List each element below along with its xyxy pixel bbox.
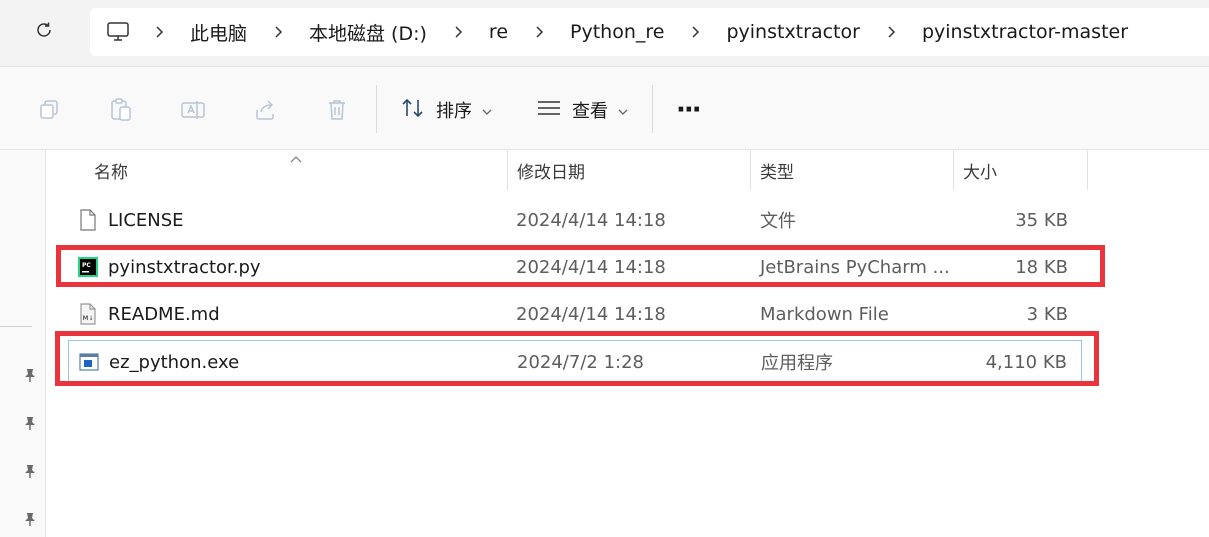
file-type: 应用程序	[761, 353, 833, 374]
file-modified: 2024/4/14 14:18	[516, 209, 666, 231]
refresh-icon	[34, 20, 54, 44]
delete-icon[interactable]	[322, 95, 352, 125]
rename-icon[interactable]	[178, 95, 208, 125]
sort-button[interactable]: 排序	[400, 93, 492, 127]
file-row-ez-python[interactable]: ez_python.exe 2024/7/2 1:28 应用程序 4,110 K…	[68, 340, 1082, 382]
file-name: ez_python.exe	[109, 351, 240, 373]
file-name-cell: LICENSE	[78, 199, 184, 241]
file-modified: 2024/4/14 14:18	[516, 256, 666, 278]
breadcrumb-pyinstxtractor[interactable]: pyinstxtractor	[720, 21, 865, 43]
nav-divider	[0, 326, 32, 327]
file-size: 4,110 KB	[985, 351, 1067, 373]
chevron-right-icon	[144, 25, 174, 39]
file-name: LICENSE	[108, 209, 184, 231]
breadcrumb-this-pc[interactable]: 此电脑	[184, 19, 253, 46]
more-icon: ···	[676, 95, 702, 125]
pin-icon[interactable]	[20, 365, 40, 385]
pycharm-file-icon: PC	[78, 256, 98, 278]
chevron-right-icon	[443, 25, 473, 39]
breadcrumb-pyinstxtractor-master[interactable]: pyinstxtractor-master	[916, 21, 1134, 43]
file-name: README.md	[108, 303, 220, 325]
chevron-right-icon	[263, 25, 293, 39]
share-icon[interactable]	[250, 95, 280, 125]
blank-file-icon	[78, 209, 98, 231]
column-header-type[interactable]: 类型	[750, 150, 953, 190]
file-name-cell: M↓ README.md	[78, 293, 220, 335]
address-bar[interactable]: 此电脑 本地磁盘 (D:) re Python_re pyinstxtracto…	[90, 8, 1209, 56]
file-row-license[interactable]: LICENSE 2024/4/14 14:18 文件 35 KB	[68, 199, 1082, 241]
column-header-size[interactable]: 大小	[953, 150, 1087, 190]
file-size: 35 KB	[1015, 209, 1068, 231]
sort-icon	[400, 97, 426, 123]
chevron-right-icon	[524, 25, 554, 39]
file-modified: 2024/4/14 14:18	[516, 303, 666, 325]
file-list: 名称 修改日期 类型 大小 LICENSE 2024/4/14 14:18 文件…	[46, 150, 1209, 537]
refresh-button[interactable]	[24, 14, 64, 50]
chevron-down-icon	[618, 101, 628, 120]
file-type: 文件	[760, 211, 796, 232]
column-separator[interactable]	[1087, 150, 1088, 190]
command-bar: 排序 查看 ···	[0, 66, 1209, 150]
address-row: 此电脑 本地磁盘 (D:) re Python_re pyinstxtracto…	[0, 0, 1209, 66]
breadcrumb-python-re[interactable]: Python_re	[564, 21, 670, 43]
exe-file-icon	[79, 351, 99, 373]
file-name: pyinstxtractor.py	[108, 256, 261, 278]
chevron-right-icon	[876, 25, 906, 39]
file-row-readme[interactable]: M↓ README.md 2024/4/14 14:18 Markdown Fi…	[68, 293, 1082, 335]
chevron-down-icon	[482, 101, 492, 120]
file-row-pyinstxtractor[interactable]: PC pyinstxtractor.py 2024/4/14 14:18 Jet…	[68, 246, 1082, 288]
pin-icon[interactable]	[20, 413, 40, 433]
sort-label: 排序	[436, 101, 472, 122]
view-button[interactable]: 查看	[536, 93, 628, 127]
more-options-button[interactable]: ···	[676, 93, 702, 127]
toolbar-divider	[652, 85, 653, 133]
breadcrumb-drive-d[interactable]: 本地磁盘 (D:)	[303, 19, 433, 46]
navigation-pane	[0, 150, 46, 537]
file-name-cell: ez_python.exe	[79, 341, 239, 383]
view-icon	[536, 98, 562, 122]
file-size: 18 KB	[1015, 256, 1068, 278]
breadcrumb-re[interactable]: re	[483, 21, 514, 43]
svg-text:PC: PC	[82, 262, 91, 269]
pin-icon[interactable]	[20, 461, 40, 481]
column-header-name[interactable]: 名称	[84, 150, 506, 190]
file-name-cell: PC pyinstxtractor.py	[78, 246, 261, 288]
pin-icon[interactable]	[20, 509, 40, 529]
chevron-right-icon	[680, 25, 710, 39]
column-header-modified[interactable]: 修改日期	[507, 150, 750, 190]
markdown-file-icon: M↓	[78, 303, 98, 325]
file-type: Markdown File	[760, 303, 889, 325]
svg-text:M↓: M↓	[83, 315, 94, 322]
view-label: 查看	[572, 101, 608, 122]
file-size: 3 KB	[1026, 303, 1068, 325]
toolbar-divider	[376, 85, 377, 133]
computer-icon	[106, 21, 134, 43]
copy-icon[interactable]	[34, 95, 64, 125]
paste-icon[interactable]	[106, 95, 136, 125]
file-modified: 2024/7/2 1:28	[517, 351, 644, 373]
file-type: JetBrains PyCharm ...	[760, 256, 950, 278]
